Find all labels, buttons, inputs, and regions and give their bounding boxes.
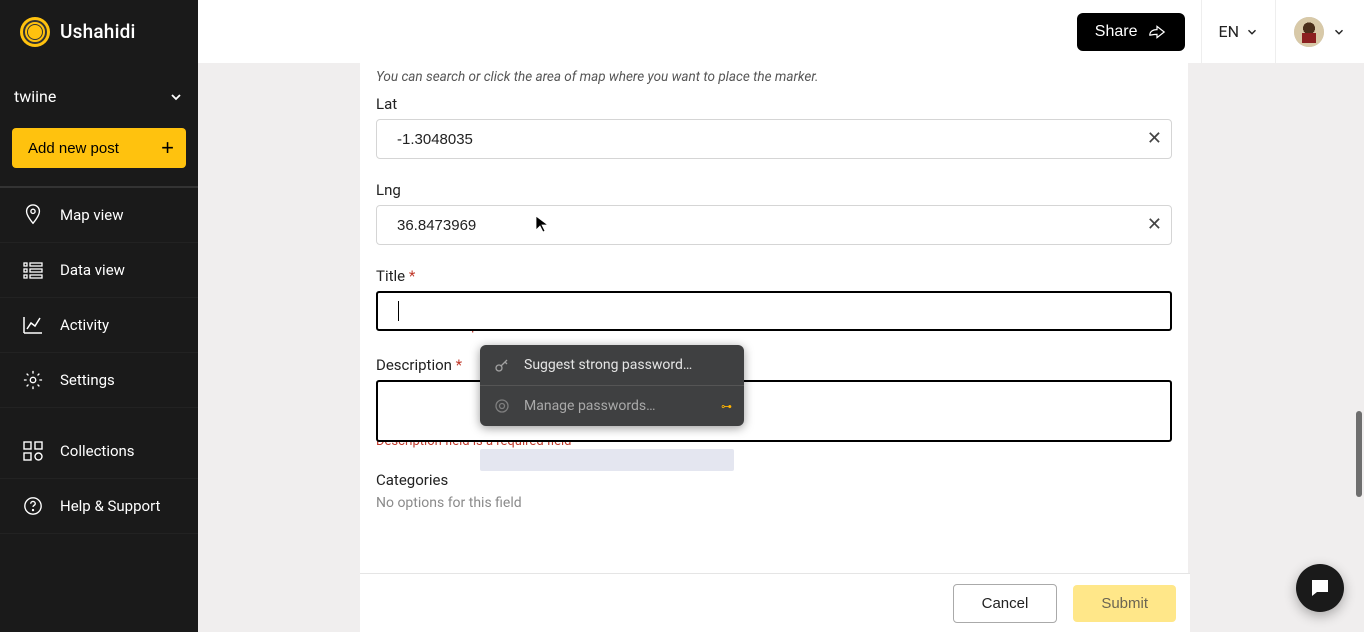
- sidebar-item-activity[interactable]: Activity: [0, 298, 198, 353]
- lat-input[interactable]: [376, 119, 1172, 159]
- title-field: Title * Title field is a required field …: [376, 267, 1172, 334]
- required-star: *: [409, 267, 415, 285]
- categories-label: Categories: [376, 471, 1172, 489]
- chat-launcher-button[interactable]: [1296, 564, 1344, 612]
- user-menu[interactable]: [1276, 0, 1364, 63]
- lng-label: Lng: [376, 181, 1172, 199]
- workspace-name: twiine: [14, 87, 56, 106]
- browser-icon: [494, 398, 510, 414]
- share-arrow-icon: [1147, 24, 1167, 40]
- manage-passwords-label: Manage passwords…: [524, 398, 655, 414]
- required-star: *: [456, 356, 462, 374]
- sidebar-item-label: Map view: [60, 206, 124, 224]
- avatar: [1294, 17, 1324, 47]
- sidebar-item-label: Data view: [60, 261, 125, 279]
- lat-field-wrap: ✕: [376, 119, 1172, 159]
- share-button[interactable]: Share: [1077, 13, 1186, 51]
- gear-icon: [22, 369, 44, 391]
- lng-input[interactable]: [376, 205, 1172, 245]
- language-selector[interactable]: EN: [1201, 0, 1276, 63]
- brand-name: Ushahidi: [60, 20, 136, 43]
- add-post-label: Add new post: [28, 140, 119, 157]
- sidebar: twiine Add new post + Map view Data view…: [0, 63, 198, 632]
- key-badge-icon: ⊶: [721, 400, 732, 413]
- lat-label: Lat: [376, 95, 1172, 113]
- suggest-password-item[interactable]: Suggest strong password…: [480, 345, 744, 385]
- key-icon: [494, 357, 510, 373]
- chevron-down-icon: [1332, 25, 1346, 39]
- share-label: Share: [1095, 23, 1138, 41]
- title-input[interactable]: [376, 291, 1172, 331]
- nav-list: Map view Data view Activity Settings Co: [0, 186, 198, 534]
- marker-hint: You can search or click the area of map …: [376, 69, 1172, 85]
- language-label: EN: [1218, 22, 1239, 41]
- cancel-button[interactable]: Cancel: [953, 584, 1058, 623]
- collections-icon: [22, 440, 44, 462]
- pin-icon: [22, 204, 44, 226]
- suggest-password-label: Suggest strong password…: [524, 357, 692, 373]
- title-label-text: Title: [376, 267, 405, 285]
- categories-empty-text: No options for this field: [376, 495, 1172, 511]
- sidebar-item-map-view[interactable]: Map view: [0, 187, 198, 243]
- description-label-text: Description: [376, 356, 452, 374]
- right-gutter: [1190, 126, 1364, 632]
- sidebar-item-label: Collections: [60, 442, 135, 460]
- plus-icon: +: [161, 135, 174, 161]
- sidebar-item-label: Help & Support: [60, 497, 160, 515]
- autofill-hint-band: [480, 449, 734, 471]
- chevron-down-icon: [168, 89, 184, 105]
- help-icon: [22, 495, 44, 517]
- logo-area: Ushahidi: [0, 0, 198, 63]
- title-input-wrap: [376, 291, 1172, 331]
- sidebar-item-collections[interactable]: Collections: [0, 424, 198, 479]
- form-footer: Cancel Submit: [360, 573, 1190, 632]
- list-icon: [22, 259, 44, 281]
- chat-icon: [1308, 576, 1332, 600]
- add-post-button[interactable]: Add new post +: [12, 128, 186, 168]
- logo-icon: [20, 17, 50, 47]
- submit-button[interactable]: Submit: [1073, 585, 1176, 622]
- sidebar-item-settings[interactable]: Settings: [0, 353, 198, 408]
- manage-passwords-item[interactable]: Manage passwords… ⊶: [480, 385, 744, 426]
- password-popup: Suggest strong password… Manage password…: [480, 345, 744, 426]
- activity-icon: [22, 314, 44, 336]
- title-label: Title *: [376, 267, 1172, 285]
- sidebar-item-label: Settings: [60, 371, 115, 389]
- nav-separator: [0, 408, 198, 424]
- sidebar-item-label: Activity: [60, 316, 109, 334]
- clear-lat-button[interactable]: ✕: [1147, 130, 1162, 148]
- sidebar-item-data-view[interactable]: Data view: [0, 243, 198, 298]
- app-header: Ushahidi Share EN: [0, 0, 1364, 63]
- text-caret: [398, 301, 399, 321]
- sidebar-item-help[interactable]: Help & Support: [0, 479, 198, 534]
- lng-field-wrap: ✕: [376, 205, 1172, 245]
- main-content: You can search or click the area of map …: [198, 63, 1364, 632]
- workspace-selector[interactable]: twiine: [0, 77, 198, 124]
- scrollbar-thumb[interactable]: [1356, 411, 1362, 497]
- clear-lng-button[interactable]: ✕: [1147, 216, 1162, 234]
- chevron-down-icon: [1245, 25, 1259, 39]
